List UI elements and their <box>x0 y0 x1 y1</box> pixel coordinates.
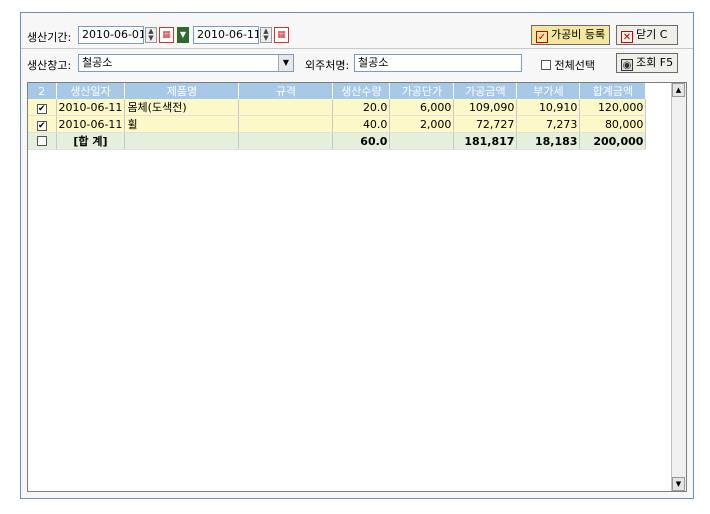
divider <box>21 48 693 49</box>
cell-unit-price: 6,000 <box>389 99 455 116</box>
chevron-down-icon[interactable]: ▼ <box>177 27 189 43</box>
filter-row-period: 생산기간: 2010-06-01 ▲ ▼ ▦ ▼ 2010-06-11 ▲ ▼ ▦ … <box>27 25 687 47</box>
cell-amount: 109,090 <box>453 99 518 116</box>
column-header[interactable]: 생산수량 <box>332 83 391 99</box>
cell-qty: 40.0 <box>332 115 391 133</box>
total-qty: 60.0 <box>332 132 391 150</box>
check-icon: ✓ <box>536 31 548 43</box>
column-header[interactable]: 합계금액 <box>579 83 647 99</box>
calendar-from-icon[interactable]: ▦ <box>159 27 174 43</box>
close-button[interactable]: ✕ 닫기 C <box>616 25 678 45</box>
table-row[interactable]: ✔ 2010-06-11 몸체(도색전) 20.0 6,000 109,090 … <box>28 99 647 116</box>
calendar-to-icon[interactable]: ▦ <box>274 27 289 43</box>
production-table: 2 생산일자 제품명 규격 생산수량 가공단가 가공금액 부가세 합계금액 ✔ … <box>28 83 647 150</box>
select-all-toggle[interactable]: 전체선택 <box>541 57 595 73</box>
date-to-field[interactable]: 2010-06-11 <box>193 26 259 44</box>
search-icon: ◉ <box>621 59 633 71</box>
cell-date: 2010-06-11 <box>56 115 126 133</box>
cell-spec <box>238 132 334 150</box>
period-label: 생산기간: <box>27 31 72 44</box>
scroll-down-icon[interactable]: ▼ <box>672 477 685 491</box>
cell-vat: 10,910 <box>516 99 581 116</box>
column-header[interactable]: 제품명 <box>124 83 240 99</box>
column-header-count[interactable]: 2 <box>28 83 57 99</box>
vertical-scrollbar[interactable]: ▲ ▼ <box>671 83 686 491</box>
warehouse-select[interactable]: 철공소 ▼ <box>78 54 294 72</box>
column-header[interactable]: 생산일자 <box>56 83 126 99</box>
table-row[interactable]: ✔ 2010-06-11 휠 40.0 2,000 72,727 7,273 8… <box>28 115 647 133</box>
search-button[interactable]: ◉ 조회 F5 <box>616 53 678 73</box>
cell-vat: 7,273 <box>516 115 581 133</box>
vendor-input[interactable]: 철공소 <box>354 54 522 72</box>
cell-qty: 20.0 <box>332 99 391 116</box>
row-checkbox[interactable]: ✔ <box>28 99 57 116</box>
total-sum: 200,000 <box>579 132 647 150</box>
row-checkbox[interactable]: ✔ <box>28 115 57 133</box>
cell-spec <box>238 99 334 116</box>
cell-total: 120,000 <box>579 99 647 116</box>
cell-spec <box>238 115 334 133</box>
chevron-down-icon[interactable]: ▼ <box>278 55 293 71</box>
date-from-spinner[interactable]: ▲ ▼ <box>145 27 157 43</box>
cell-product <box>124 132 240 150</box>
total-row: [합 계] 60.0 181,817 18,183 200,000 <box>28 132 647 150</box>
table-header-row: 2 생산일자 제품명 규격 생산수량 가공단가 가공금액 부가세 합계금액 <box>28 83 647 99</box>
date-to-spinner[interactable]: ▲ ▼ <box>260 27 272 43</box>
cell-product: 몸체(도색전) <box>124 99 240 116</box>
column-header[interactable]: 부가세 <box>516 83 581 99</box>
scroll-up-icon[interactable]: ▲ <box>672 83 685 97</box>
cell-unit-price: 2,000 <box>389 115 455 133</box>
cell-date: 2010-06-11 <box>56 99 126 116</box>
column-header[interactable]: 규격 <box>238 83 334 99</box>
date-from-field[interactable]: 2010-06-01 <box>78 26 144 44</box>
total-label: [합 계] <box>56 132 126 150</box>
row-checkbox[interactable] <box>28 132 57 150</box>
total-unit-price <box>389 132 455 150</box>
cell-total: 80,000 <box>579 115 647 133</box>
column-header[interactable]: 가공단가 <box>389 83 455 99</box>
select-all-checkbox[interactable] <box>541 60 551 70</box>
warehouse-label: 생산창고: <box>27 59 72 72</box>
data-grid[interactable]: 2 생산일자 제품명 규격 생산수량 가공단가 가공금액 부가세 합계금액 ✔ … <box>27 82 687 492</box>
vendor-label: 외주처명: <box>305 59 350 72</box>
total-vat: 18,183 <box>516 132 581 150</box>
filter-row-warehouse: 생산창고: 철공소 ▼ 외주처명: 철공소 전체선택 ◉ 조회 F5 <box>27 53 687 75</box>
total-amount: 181,817 <box>453 132 518 150</box>
column-header[interactable]: 가공금액 <box>453 83 518 99</box>
main-window: 생산기간: 2010-06-01 ▲ ▼ ▦ ▼ 2010-06-11 ▲ ▼ ▦ … <box>20 12 694 499</box>
close-icon: ✕ <box>621 31 633 43</box>
cell-amount: 72,727 <box>453 115 518 133</box>
cell-product: 휠 <box>124 115 240 133</box>
register-processing-cost-button[interactable]: ✓ 가공비 등록 <box>531 25 611 45</box>
